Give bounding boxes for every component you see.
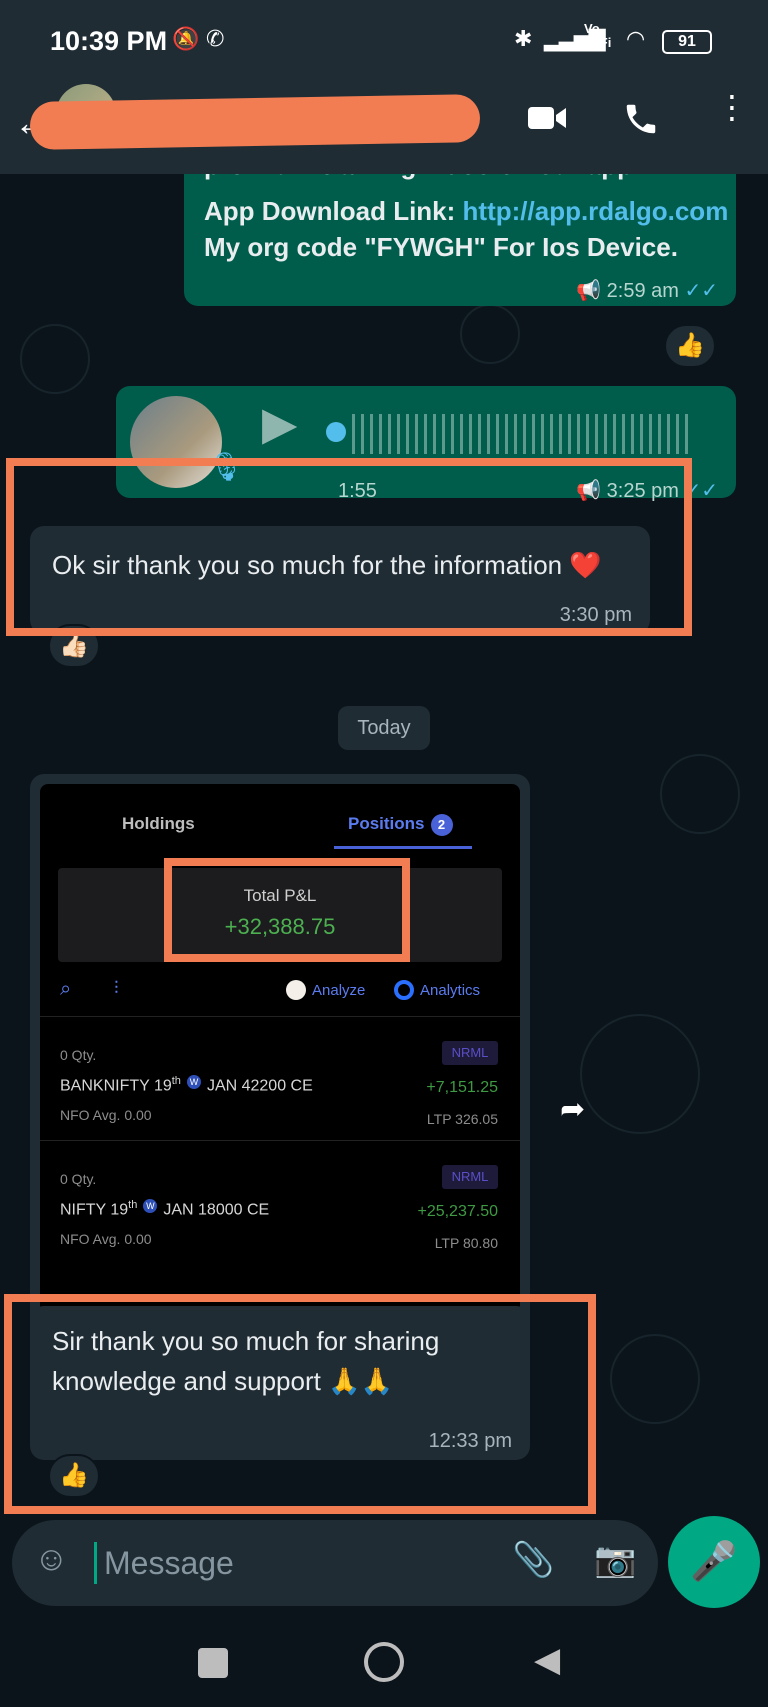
position-qty: 0 Qty. bbox=[60, 1171, 97, 1187]
voice-waveform[interactable] bbox=[352, 414, 692, 454]
weekly-icon: W bbox=[143, 1199, 158, 1213]
message-partial-line: premium training video on our app. bbox=[204, 174, 640, 184]
status-time: 10:39 PM bbox=[50, 26, 168, 56]
contract-detail: JAN 42200 CE bbox=[206, 1077, 313, 1095]
search-icon: ⌕ bbox=[60, 978, 72, 1000]
forward-icon[interactable]: ➦ bbox=[560, 1092, 585, 1127]
play-icon[interactable]: ▶ bbox=[262, 400, 297, 446]
mic-button[interactable]: 🎤 bbox=[668, 1516, 760, 1608]
seek-handle[interactable] bbox=[326, 422, 346, 442]
analyze-label: Analyze bbox=[312, 982, 366, 999]
battery-level: 91 bbox=[678, 33, 696, 50]
recents-button[interactable] bbox=[198, 1648, 228, 1678]
tab-underline bbox=[334, 846, 472, 849]
message-time-row: 📢 2:59 am ✓✓ bbox=[576, 272, 718, 310]
video-call-icon[interactable] bbox=[526, 102, 568, 139]
date-chip: Today bbox=[338, 706, 430, 750]
tab-holdings: Holdings bbox=[122, 814, 195, 833]
highlight-box bbox=[164, 858, 410, 962]
instrument-name: BANKNIFTY 19 bbox=[60, 1077, 172, 1095]
message-composer: ☺ 📎 📷 bbox=[12, 1520, 658, 1606]
instrument-name: NIFTY 19 bbox=[60, 1201, 129, 1219]
reaction-emoji: 👍🏻 bbox=[59, 632, 89, 659]
chat-area[interactable]: premium training video on our app. App D… bbox=[0, 174, 768, 1524]
wallpaper-doodle bbox=[580, 1014, 700, 1134]
highlight-box bbox=[4, 1294, 596, 1514]
positions-count-badge: 2 bbox=[430, 814, 453, 836]
highlight-box bbox=[6, 458, 692, 636]
analytics-icon bbox=[394, 980, 414, 1000]
text-caret bbox=[94, 1542, 97, 1584]
wallpaper-doodle bbox=[660, 754, 740, 834]
reaction-emoji: 👍 bbox=[675, 332, 705, 359]
download-label: App Download Link: bbox=[204, 196, 456, 226]
position-qty: 0 Qty. bbox=[60, 1047, 97, 1063]
date-suffix: th bbox=[171, 1075, 181, 1087]
wallpaper-doodle bbox=[460, 304, 520, 364]
position-sub: NFO Avg. 0.00 bbox=[60, 1107, 152, 1123]
analytics-label: Analytics bbox=[420, 982, 481, 999]
org-code-line: My org code "FYWGH" For Ios Device. bbox=[204, 232, 678, 262]
wallpaper-doodle bbox=[610, 1334, 700, 1424]
position-name: NIFTY 19th W JAN 18000 CE bbox=[60, 1199, 269, 1219]
app-download-link[interactable]: http://app.rdalgo.com bbox=[463, 196, 729, 226]
product-tag: NRML bbox=[442, 1041, 498, 1065]
navigation-bar: ◀ bbox=[0, 1616, 768, 1707]
position-ltp: LTP 80.80 bbox=[434, 1235, 498, 1251]
wifi-icon: ◠ bbox=[626, 26, 646, 51]
more-options-icon[interactable]: ⋮ bbox=[716, 91, 748, 123]
date-suffix: th bbox=[128, 1199, 138, 1211]
weekly-icon: W bbox=[186, 1075, 201, 1089]
filter-icon: ⫶ bbox=[114, 978, 119, 998]
home-button[interactable] bbox=[364, 1642, 404, 1682]
read-ticks-icon: ✓✓ bbox=[684, 280, 718, 302]
reaction-badge[interactable]: 👍 bbox=[664, 324, 716, 368]
position-row: 0 Qty. BANKNIFTY 19th W JAN 42200 CE NFO A… bbox=[40, 1016, 520, 1140]
emoji-icon[interactable]: ☺ bbox=[34, 1540, 69, 1579]
position-sub: NFO Avg. 0.00 bbox=[60, 1231, 152, 1247]
download-line: App Download Link: http://app.rdalgo.com bbox=[204, 192, 728, 230]
position-pnl: +25,237.50 bbox=[417, 1203, 498, 1220]
product-tag: NRML bbox=[442, 1165, 498, 1189]
analyze-icon bbox=[286, 980, 306, 1000]
battery-icon: 91 bbox=[662, 30, 712, 54]
outgoing-message[interactable]: premium training video on our app. App D… bbox=[184, 174, 736, 306]
contract-detail: JAN 18000 CE bbox=[163, 1201, 270, 1219]
chat-header: ← ⋮ bbox=[0, 84, 768, 174]
tool-row: ⌕ ⫶ Analyze Analytics bbox=[40, 974, 520, 1010]
tab-positions: Positions 2 bbox=[348, 814, 453, 836]
status-bar: 10:39 PM 🔕 ✆ ✱ ▂▃▅▇ Vo WiFi ◠ 91 bbox=[0, 0, 768, 84]
bluetooth-icon: ✱ bbox=[514, 26, 533, 51]
wallpaper-doodle bbox=[20, 324, 90, 394]
broadcast-icon: 📢 bbox=[576, 280, 602, 302]
call-forward-icon: ✆ bbox=[206, 26, 225, 51]
camera-icon[interactable]: 📷 bbox=[594, 1540, 636, 1580]
position-row: 0 Qty. NIFTY 19th W JAN 18000 CE NFO Avg. … bbox=[40, 1140, 520, 1264]
message-input[interactable] bbox=[104, 1540, 464, 1586]
message-time: 2:59 am bbox=[606, 280, 679, 302]
position-pnl: +7,151.25 bbox=[426, 1079, 498, 1096]
attach-icon[interactable]: 📎 bbox=[512, 1540, 554, 1580]
mute-notification-icon: 🔕 bbox=[172, 26, 200, 51]
position-name: BANKNIFTY 19th W JAN 42200 CE bbox=[60, 1075, 313, 1095]
tab-positions-label: Positions bbox=[348, 814, 425, 833]
redacted-contact-name bbox=[29, 94, 481, 150]
vowifi-label: Vo WiFi bbox=[584, 21, 612, 50]
voice-call-icon[interactable] bbox=[622, 100, 660, 143]
position-ltp: LTP 326.05 bbox=[426, 1111, 498, 1127]
microphone-icon: 🎤 bbox=[690, 1541, 738, 1583]
back-button[interactable]: ◀ bbox=[534, 1640, 560, 1680]
